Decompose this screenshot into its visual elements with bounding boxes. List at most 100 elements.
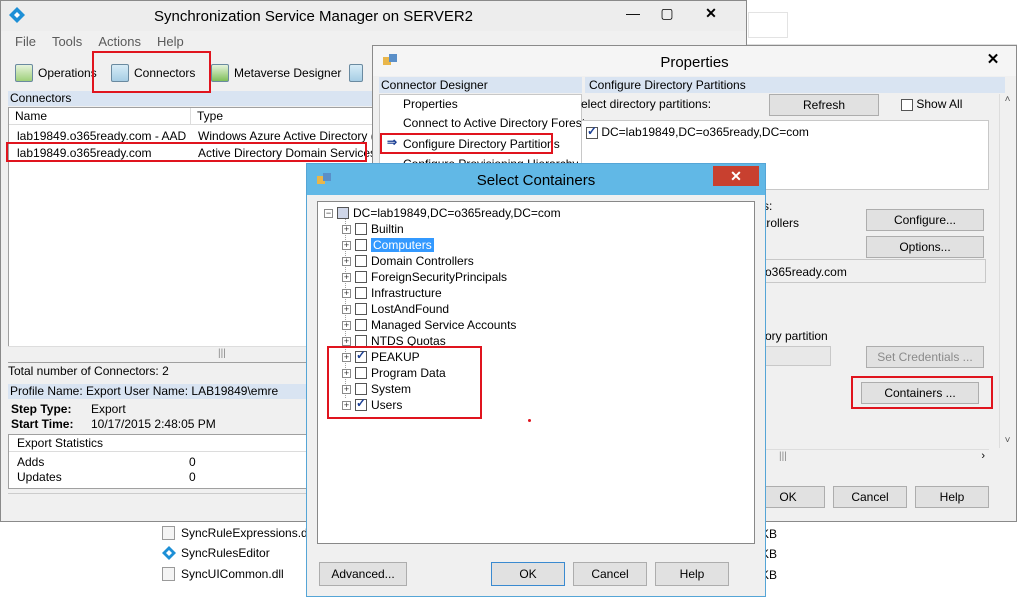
close-icon[interactable]: ✕ [978, 50, 1008, 70]
tree-node-users[interactable]: + Users [342, 396, 402, 413]
menu-tools[interactable]: Tools [52, 34, 82, 52]
close-icon[interactable]: ✕ [713, 166, 759, 186]
dll-file-icon [162, 526, 175, 540]
tree-node-label: ForeignSecurityPrincipals [371, 270, 508, 284]
checkbox-icon[interactable] [355, 303, 367, 315]
refresh-button[interactable]: Refresh [769, 94, 879, 116]
checkbox-icon[interactable] [355, 271, 367, 283]
connector-type: Windows Azure Active Directory (Mic [198, 129, 394, 143]
expand-icon[interactable]: + [342, 240, 351, 250]
show-all-checkbox[interactable]: Show All [901, 97, 962, 111]
tree-node-domain-controllers[interactable]: + Domain Controllers [342, 253, 474, 269]
tree-node-managed-service[interactable]: + Managed Service Accounts [342, 317, 516, 333]
sync-app-icon [162, 546, 176, 560]
expand-icon[interactable]: + [342, 320, 351, 330]
properties-hscrollbar[interactable]: ||| › [749, 449, 989, 465]
tree-node-computers[interactable]: + Computers [342, 237, 434, 253]
checkbox-icon[interactable] [355, 287, 367, 299]
table-row[interactable]: lab19849.o365ready.com - AAD Windows Azu… [17, 128, 393, 145]
configure-button[interactable]: Configure... [866, 209, 984, 231]
checkbox-icon[interactable] [355, 367, 367, 379]
collapse-icon[interactable]: − [324, 208, 333, 218]
options-button[interactable]: Options... [866, 236, 984, 258]
scroll-grip-icon: ||| [779, 451, 787, 462]
checkbox-icon[interactable] [355, 335, 367, 347]
file-item[interactable]: SyncRulesEditor [162, 543, 270, 563]
stat-label: Updates [17, 470, 62, 484]
ok-button[interactable]: OK [491, 562, 565, 586]
menu-help[interactable]: Help [157, 34, 184, 52]
checkbox-icon[interactable] [355, 255, 367, 267]
background-window-edge [748, 12, 788, 38]
expand-icon[interactable]: + [342, 288, 351, 298]
menu-file[interactable]: File [15, 34, 36, 52]
start-time-value: 10/17/2015 2:48:05 PM [91, 417, 216, 431]
tree-node-label: Program Data [371, 366, 446, 380]
minimize-button[interactable]: ― [618, 3, 648, 23]
checkbox-icon[interactable] [355, 223, 367, 235]
tree-node-system[interactable]: + System [342, 381, 411, 397]
tree-node-peakup[interactable]: + PEAKUP [342, 348, 420, 365]
checkbox-icon[interactable] [355, 319, 367, 331]
checkbox-partial-icon[interactable] [337, 207, 349, 219]
menu-actions[interactable]: Actions [98, 34, 141, 52]
tree-node-label: NTDS Quotas [371, 334, 446, 348]
expand-icon[interactable]: + [342, 368, 351, 378]
toolbar-overflow-button[interactable] [349, 59, 363, 87]
domain-field[interactable]: o365ready.com [761, 259, 986, 283]
expand-icon[interactable]: + [342, 256, 351, 266]
window-title: Synchronization Service Manager on SERVE… [153, 8, 474, 25]
tree-node-foreign-security[interactable]: + ForeignSecurityPrincipals [342, 269, 507, 285]
export-statistics-table: Export Statistics Adds 0 Updates 0 [8, 434, 308, 489]
scroll-down-icon[interactable]: ˅ [1000, 435, 1015, 446]
help-button[interactable]: Help [655, 562, 729, 586]
scroll-up-icon[interactable]: ˄ [1000, 94, 1015, 105]
expand-icon[interactable]: + [342, 336, 351, 346]
nav-item-properties[interactable]: Properties [403, 97, 458, 111]
nav-item-connect-forest[interactable]: Connect to Active Directory Forest [403, 116, 585, 130]
vertical-scrollbar[interactable]: ˄ ˅ [999, 94, 1015, 448]
step-type-label: Step Type: [11, 402, 72, 416]
arrow-right-icon: ⇒ [387, 135, 398, 149]
expand-icon[interactable]: + [342, 304, 351, 314]
tree-node-ntds-quotas[interactable]: + NTDS Quotas [342, 333, 446, 349]
expand-icon[interactable]: + [342, 352, 351, 362]
metaverse-designer-button[interactable]: Metaverse Designer [211, 59, 341, 87]
tree-node-lostandfound[interactable]: + LostAndFound [342, 301, 449, 317]
connectors-button[interactable]: Connectors [111, 59, 195, 87]
connector-type: Active Directory Domain Services [198, 146, 377, 160]
checkbox-icon[interactable] [355, 239, 367, 251]
column-header-type[interactable]: Type [191, 108, 391, 125]
expand-icon[interactable]: + [342, 400, 351, 410]
credentials-field[interactable] [761, 346, 831, 366]
cancel-button[interactable]: Cancel [833, 486, 907, 508]
expand-icon[interactable]: + [342, 272, 351, 282]
set-credentials-button[interactable]: Set Credentials ... [866, 346, 984, 368]
checkbox-checked-icon[interactable] [355, 396, 367, 411]
advanced-button[interactable]: Advanced... [319, 562, 407, 586]
tree-node-builtin[interactable]: + Builtin [342, 221, 404, 237]
close-button[interactable]: ✕ [696, 3, 726, 23]
scroll-right-icon[interactable]: › [981, 450, 985, 462]
table-row[interactable]: lab19849.o365ready.com Active Directory … [17, 145, 377, 162]
cancel-button[interactable]: Cancel [573, 562, 647, 586]
operations-button[interactable]: Operations [15, 59, 97, 87]
checkbox-icon[interactable] [355, 383, 367, 395]
file-name: SyncUICommon.dll [181, 567, 284, 581]
connector-designer-header: Connector Designer [379, 77, 582, 93]
expand-icon[interactable]: + [342, 384, 351, 394]
partition-item[interactable]: DC=lab19849,DC=o365ready,DC=com [586, 124, 809, 139]
containers-button[interactable]: Containers ... [861, 382, 979, 404]
file-item[interactable]: SyncUICommon.dll [162, 564, 284, 584]
nav-item-configure-partitions[interactable]: Configure Directory Partitions [403, 137, 560, 151]
file-item[interactable]: SyncRuleExpressions.dll [162, 523, 313, 543]
maximize-button[interactable]: ▢ [652, 3, 682, 23]
checkbox-checked-icon[interactable] [355, 348, 367, 363]
expand-icon[interactable]: + [342, 224, 351, 234]
help-button[interactable]: Help [915, 486, 989, 508]
tree-root-node[interactable]: − DC=lab19849,DC=o365ready,DC=com [324, 205, 561, 221]
tree-node-infrastructure[interactable]: + Infrastructure [342, 285, 442, 301]
column-header-name[interactable]: Name [9, 108, 191, 125]
connector-count: Total number of Connectors: 2 [8, 364, 169, 378]
tree-node-program-data[interactable]: + Program Data [342, 365, 446, 381]
